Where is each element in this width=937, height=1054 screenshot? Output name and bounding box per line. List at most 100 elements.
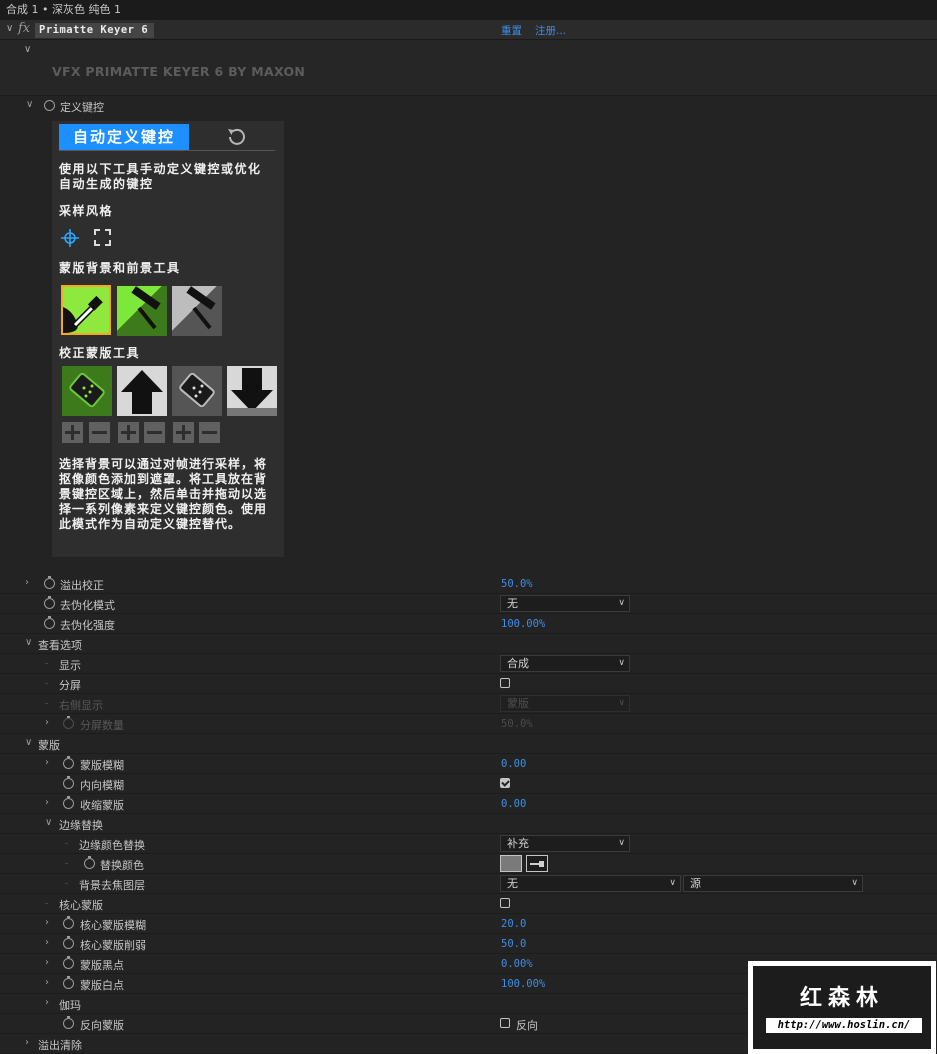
stopwatch-icon[interactable] <box>44 576 55 589</box>
spill-value[interactable]: 50.0% <box>501 578 533 590</box>
expand-chevron-icon[interactable]: › <box>45 977 49 988</box>
reset-icon[interactable] <box>225 126 247 148</box>
inner-blur-row: 内向模糊 <box>0 774 937 794</box>
view-options-label: 查看选项 <box>38 639 82 652</box>
minus-button-2[interactable] <box>144 422 165 443</box>
matte-tools-title: 蒙版背景和前景工具 <box>59 261 181 275</box>
eyedropper-button[interactable] <box>526 855 548 872</box>
collapse-chevron-icon[interactable]: ∨ <box>45 817 52 828</box>
expand-chevron-icon[interactable]: › <box>25 577 29 588</box>
deartifact-strength-value[interactable]: 100.00% <box>501 618 545 630</box>
tab-auto-define-key[interactable]: 自动定义键控 <box>59 124 189 150</box>
watermark-url: http://www.hoslin.cn/ <box>766 1018 922 1033</box>
stopwatch-icon[interactable] <box>44 596 55 609</box>
split-checkbox[interactable] <box>500 678 510 688</box>
spill-cleanup-label: 溢出清除 <box>38 1039 82 1052</box>
stopwatch-icon[interactable] <box>63 796 74 809</box>
core-matte-checkbox[interactable] <box>500 898 510 908</box>
stopwatch-icon[interactable] <box>63 936 74 949</box>
collapse-chevron-icon[interactable]: ∨ <box>6 23 13 34</box>
green-eraser-tool[interactable] <box>62 366 112 416</box>
bg-defocus-label: 背景去焦图层 <box>79 879 145 892</box>
stopwatch-icon[interactable] <box>63 976 74 989</box>
invert-matte-checkbox[interactable] <box>500 1018 510 1028</box>
chevron-down-icon: ∨ <box>669 878 676 888</box>
core-matte-label: 核心蒙版 <box>59 899 103 912</box>
matte-blur-value[interactable]: 0.00 <box>501 758 526 770</box>
stopwatch-icon[interactable] <box>63 776 74 789</box>
stopwatch-icon <box>63 716 74 729</box>
eyedropper-bg-tool[interactable] <box>61 285 111 335</box>
expand-chevron-icon[interactable]: › <box>45 957 49 968</box>
register-link[interactable]: 注册... <box>535 23 566 38</box>
eyedropper-icon <box>63 295 103 333</box>
matte-row[interactable]: ∨ 蒙版 <box>0 734 937 754</box>
crosshair-sample-icon[interactable] <box>61 229 79 247</box>
grey-brush-tool[interactable] <box>172 286 222 336</box>
matte-black-value[interactable]: 0.00% <box>501 958 533 970</box>
marquee-sample-icon[interactable] <box>94 229 111 246</box>
spill-row[interactable]: › 溢出校正 50.0% <box>0 574 937 594</box>
define-key-row[interactable]: ∨ 定义键控 <box>0 96 937 116</box>
reset-link[interactable]: 重置 <box>501 23 522 38</box>
minus-button-3[interactable] <box>199 422 220 443</box>
bg-defocus-source-select[interactable]: 源 ∨ <box>683 875 863 892</box>
plus-button-3[interactable] <box>173 422 194 443</box>
define-key-chevron-icon[interactable]: ∨ <box>26 99 33 110</box>
right-display-row: 右侧显示 蒙版 ∨ <box>0 694 937 714</box>
replace-color-label: 替换颜色 <box>100 859 144 872</box>
deartifact-mode-select[interactable]: 无 ∨ <box>500 595 630 612</box>
core-matte-row: 核心蒙版 <box>0 894 937 914</box>
stopwatch-icon[interactable] <box>63 956 74 969</box>
green-brush-tool[interactable] <box>117 286 167 336</box>
expand-chevron-icon[interactable]: › <box>45 757 49 768</box>
core-matte-erode-label: 核心蒙版削弱 <box>80 939 146 952</box>
display-row: 显示 合成 ∨ <box>0 654 937 674</box>
stopwatch-icon[interactable] <box>63 1016 74 1029</box>
expand-chevron-icon[interactable]: › <box>45 717 49 728</box>
stopwatch-icon[interactable] <box>63 756 74 769</box>
chevron-down-icon: ∨ <box>618 838 625 848</box>
chevron-down-icon: ∨ <box>618 598 625 608</box>
inner-blur-checkbox[interactable] <box>500 778 510 788</box>
expand-chevron-icon[interactable]: › <box>45 997 49 1008</box>
expand-chevron-icon[interactable]: › <box>25 1037 29 1048</box>
color-swatch[interactable] <box>500 855 522 872</box>
view-options-row[interactable]: ∨ 查看选项 <box>0 634 937 654</box>
plus-button-1[interactable] <box>62 422 83 443</box>
minus-button-1[interactable] <box>89 422 110 443</box>
banner-chevron-icon[interactable]: ∨ <box>24 44 31 55</box>
description-line-3: 景键控区域上，然后单击并拖动以选 <box>59 487 268 501</box>
expand-chevron-icon[interactable]: › <box>45 917 49 928</box>
expand-chevron-icon[interactable]: › <box>45 937 49 948</box>
eyedropper-small-icon <box>530 861 544 867</box>
grey-eraser-tool[interactable] <box>172 366 222 416</box>
collapse-chevron-icon[interactable]: ∨ <box>25 637 32 648</box>
down-arrow-tool[interactable] <box>227 366 277 416</box>
fx-icon[interactable]: fx <box>18 21 30 36</box>
display-select[interactable]: 合成 ∨ <box>500 655 630 672</box>
shrink-matte-value[interactable]: 0.00 <box>501 798 526 810</box>
stopwatch-icon[interactable] <box>44 100 55 111</box>
arrow-down-icon <box>227 368 277 416</box>
matte-white-value[interactable]: 100.00% <box>501 978 545 990</box>
split-label: 分屏 <box>59 679 81 692</box>
plus-button-2[interactable] <box>118 422 139 443</box>
edge-color-replace-select[interactable]: 补充 ∨ <box>500 835 630 852</box>
watermark-title: 红森林 <box>799 986 884 1011</box>
core-matte-blur-value[interactable]: 20.0 <box>501 918 526 930</box>
bg-defocus-layer-select[interactable]: 无 ∨ <box>500 875 681 892</box>
gamma-label: 伽玛 <box>59 999 81 1012</box>
invert-matte-label: 反向蒙版 <box>80 1019 124 1032</box>
stopwatch-icon[interactable] <box>44 616 55 629</box>
matte-blur-label: 蒙版模糊 <box>80 759 124 772</box>
up-arrow-tool[interactable] <box>117 366 167 416</box>
core-matte-erode-value[interactable]: 50.0 <box>501 938 526 950</box>
collapse-chevron-icon[interactable]: ∨ <box>25 737 32 748</box>
stopwatch-icon[interactable] <box>63 916 74 929</box>
edge-color-replace-value: 补充 <box>507 837 529 850</box>
expand-chevron-icon[interactable]: › <box>45 797 49 808</box>
edge-replace-row[interactable]: ∨ 边缘替换 <box>0 814 937 834</box>
matte-label: 蒙版 <box>38 739 60 752</box>
stopwatch-icon[interactable] <box>84 856 95 869</box>
